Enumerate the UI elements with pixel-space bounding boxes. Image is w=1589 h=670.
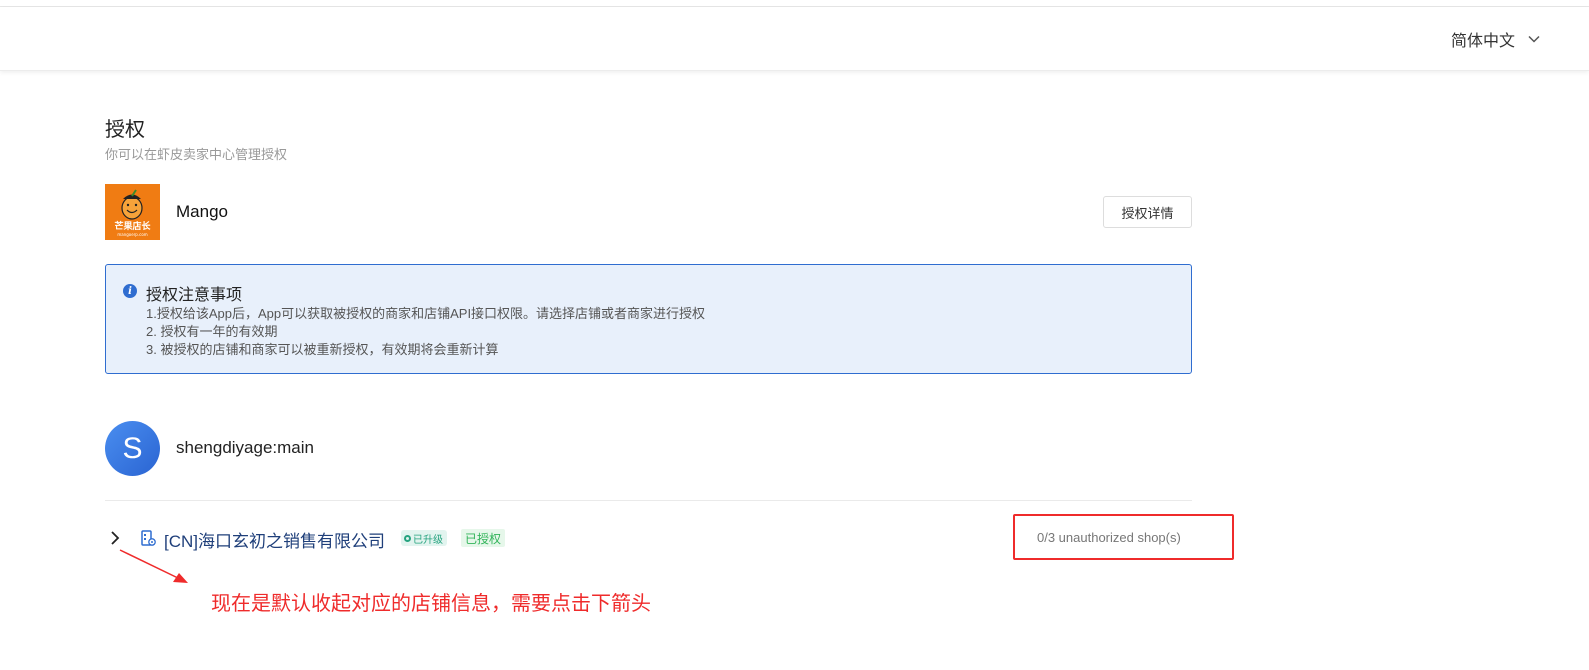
- authorized-badge: 已授权: [461, 529, 506, 547]
- red-arrow-icon: [119, 549, 188, 583]
- annotation-text: 现在是默认收起对应的店铺信息，需要点击下箭头: [211, 593, 651, 615]
- chevron-down-icon: [1528, 35, 1540, 43]
- app-info-row: 芒果店长 mangoerp.com Mango 授权详情: [105, 184, 1192, 240]
- avatar: S: [105, 421, 160, 476]
- notice-title: 授权注意事项: [146, 287, 243, 304]
- company-name: [CN]海口玄初之销售有限公司: [164, 532, 385, 551]
- language-selector[interactable]: 简体中文: [1451, 27, 1541, 51]
- notice-item: 1.授权给该App后，App可以获取被授权的商家和店铺API接口权限。请选择店铺…: [146, 306, 706, 321]
- language-label: 简体中文: [1450, 33, 1515, 50]
- notice-item: 2. 授权有一年的有效期: [146, 324, 278, 339]
- app-name: Mango: [176, 202, 228, 221]
- info-icon: i: [123, 284, 137, 298]
- highlight-box: [1013, 514, 1234, 560]
- status-dot-icon: [404, 534, 411, 542]
- notice-box: i 授权注意事项 1.授权给该App后，App可以获取被授权的商家和店铺API接…: [105, 264, 1192, 374]
- merchant-row: S shengdiyage:main: [105, 421, 1192, 477]
- page-title: 授权: [105, 119, 145, 141]
- chevron-right-icon[interactable]: [107, 530, 123, 546]
- mango-app-logo: 芒果店长 mangoerp.com: [105, 184, 160, 240]
- page-subtitle: 你可以在虾皮卖家中心管理授权: [105, 147, 288, 162]
- upgraded-badge: 已升级: [401, 530, 447, 546]
- notice-item: 3. 被授权的店铺和商家可以被重新授权，有效期将会重新计算: [146, 342, 499, 357]
- auth-detail-button[interactable]: 授权详情: [1103, 196, 1192, 228]
- shop-icon: [141, 530, 156, 546]
- upgraded-badge-label: 已升级: [413, 534, 443, 546]
- logo-subtext: mangoerp.com: [117, 232, 147, 237]
- logo-text: 芒果店长: [114, 220, 151, 232]
- notice-list: 1.授权给该App后，App可以获取被授权的商家和店铺API接口权限。请选择店铺…: [146, 305, 705, 359]
- divider: [105, 500, 1192, 501]
- merchant-name: shengdiyage:main: [176, 438, 314, 457]
- top-header: 简体中文: [0, 7, 1589, 71]
